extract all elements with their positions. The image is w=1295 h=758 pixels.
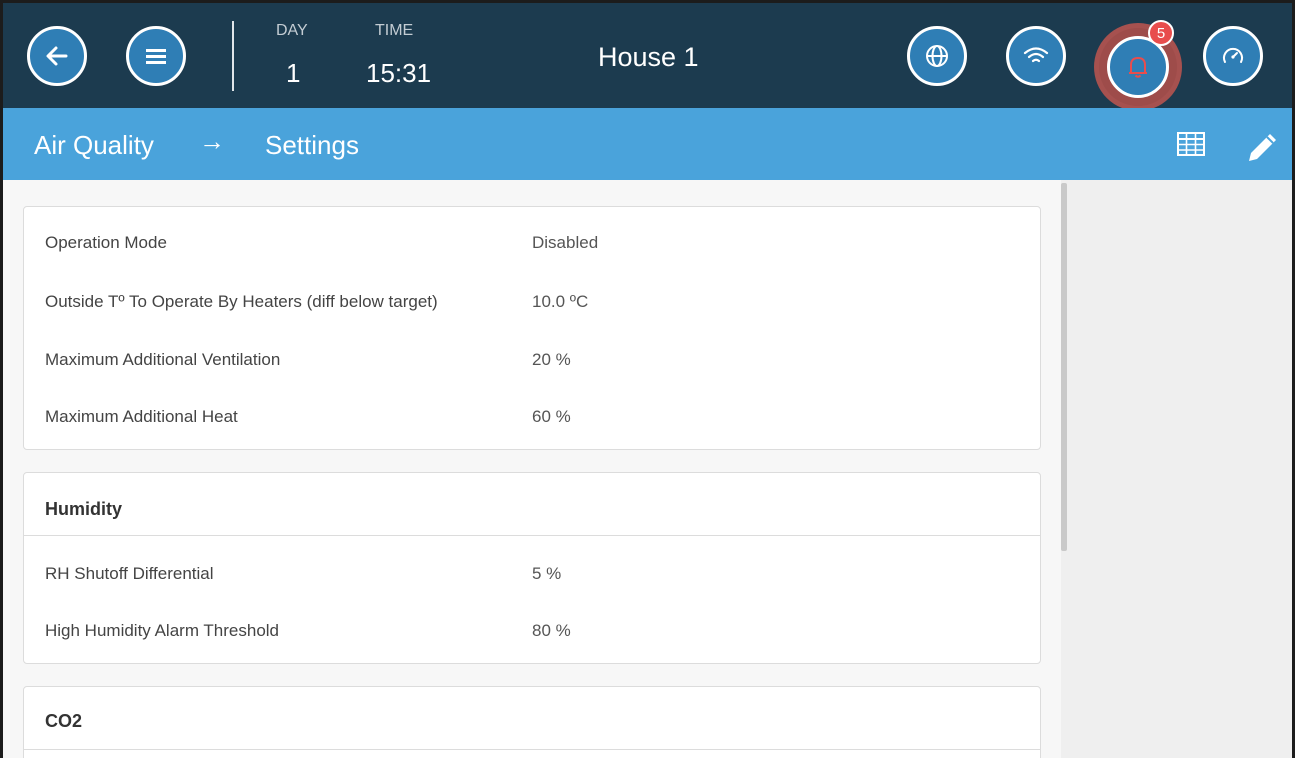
co2-title: CO2 [45, 711, 83, 731]
top-bar: DAY 1 TIME 15:31 House 1 5 [3, 3, 1292, 111]
side-panel [1061, 180, 1292, 758]
back-arrow-icon [46, 46, 68, 66]
outside-temp-value[interactable]: 10.0 ºC [532, 292, 588, 312]
gauge-icon [1223, 47, 1243, 63]
page-title: House 1 [598, 42, 699, 72]
co2-card: CO2 [23, 686, 1041, 758]
outside-temp-label: Outside Tº To Operate By Heaters (diff b… [45, 292, 438, 311]
table-icon[interactable] [1175, 128, 1207, 160]
alarm-count-badge: 5 [1148, 20, 1174, 46]
high-humidity-value[interactable]: 80 % [532, 621, 571, 641]
humidity-card: Humidity RH Shutoff Differential 5 % Hig… [23, 472, 1041, 664]
wifi-icon [1023, 47, 1049, 63]
high-humidity-label: High Humidity Alarm Threshold [45, 621, 279, 640]
back-button[interactable] [27, 26, 87, 86]
gauge-button[interactable] [1203, 26, 1263, 86]
operation-mode-label: Operation Mode [45, 233, 167, 252]
breadcrumb-arrow-icon: → [199, 126, 225, 156]
max-ventilation-label: Maximum Additional Ventilation [45, 350, 281, 369]
max-heat-value[interactable]: 60 % [532, 407, 571, 427]
wifi-button[interactable] [1006, 26, 1066, 86]
time-value: 15:31 [366, 58, 432, 88]
scrollbar[interactable] [1061, 183, 1067, 551]
bell-icon [1129, 56, 1147, 78]
breadcrumb-page: Settings [265, 130, 359, 160]
rh-shutoff-label: RH Shutoff Differential [45, 564, 214, 583]
general-settings-card: Operation Mode Disabled Outside Tº To Op… [23, 206, 1041, 450]
co2-divider [24, 749, 1040, 750]
humidity-title: Humidity [45, 499, 123, 519]
globe-button[interactable] [907, 26, 967, 86]
menu-button[interactable] [126, 26, 186, 86]
time-label: TIME [375, 22, 414, 39]
max-heat-label: Maximum Additional Heat [45, 407, 238, 426]
settings-content: Operation Mode Disabled Outside Tº To Op… [3, 180, 1061, 758]
menu-icon [146, 49, 166, 64]
breadcrumb: Air Quality → Settings [3, 108, 1292, 180]
operation-mode-value[interactable]: Disabled [532, 233, 598, 253]
max-ventilation-value[interactable]: 20 % [532, 350, 571, 370]
breadcrumb-section[interactable]: Air Quality [34, 130, 154, 161]
header-divider [232, 21, 234, 91]
globe-icon [926, 45, 948, 67]
day-label: DAY [276, 22, 308, 39]
humidity-divider [24, 535, 1040, 536]
app-frame: DAY 1 TIME 15:31 House 1 5 Air Quality →… [0, 0, 1295, 758]
day-value: 1 [286, 58, 301, 88]
pencil-icon[interactable] [1243, 128, 1281, 166]
rh-shutoff-value[interactable]: 5 % [532, 564, 561, 584]
